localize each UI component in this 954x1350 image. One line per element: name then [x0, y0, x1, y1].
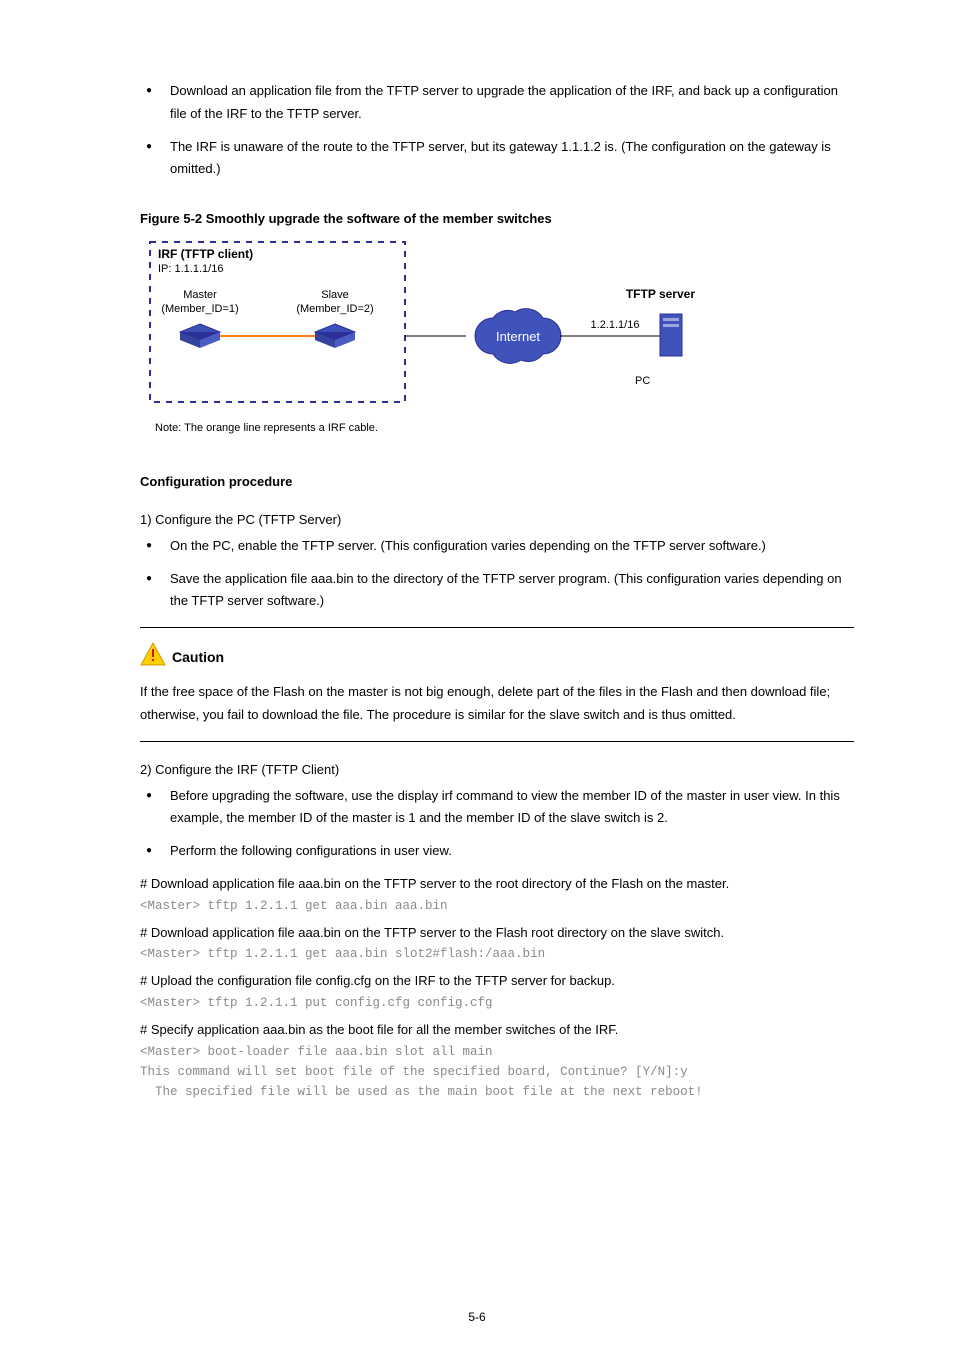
internet-label: Internet — [496, 329, 540, 344]
server-ip: 1.2.1.1/16 — [591, 319, 640, 331]
cli-cmd: <Master> tftp 1.2.1.1 get aaa.bin slot2#… — [140, 944, 854, 964]
internet-cloud: Internet — [475, 309, 561, 364]
master-member: (Member_ID=1) — [161, 303, 238, 315]
slave-label: Slave — [321, 289, 349, 301]
divider — [140, 741, 854, 742]
page-number: 5-6 — [0, 1310, 954, 1324]
procedure-heading: Configuration procedure — [140, 471, 854, 494]
server-sub: PC — [635, 375, 650, 387]
caution-block: Caution If the free space of the Flash o… — [140, 642, 854, 727]
caution-text: If the free space of the Flash on the ma… — [140, 681, 854, 727]
irf-title: IRF (TFTP client) — [158, 247, 253, 261]
cli-comment: # Specify application aaa.bin as the boo… — [140, 1019, 854, 1042]
cli-output: The specified file will be used as the m… — [140, 1082, 854, 1102]
cli-comment: # Upload the configuration file config.c… — [140, 970, 854, 993]
divider — [140, 627, 854, 628]
text: Save the application file aaa.bin to the… — [170, 571, 842, 609]
cli-comment: # Download application file aaa.bin on t… — [140, 873, 854, 896]
master-label: Master — [183, 289, 217, 301]
cli-output: This command will set boot file of the s… — [140, 1062, 854, 1082]
intro-bullet: Download an application file from the TF… — [140, 80, 854, 126]
text: The IRF is unaware of the route to the T… — [170, 139, 831, 177]
caution-icon — [140, 642, 166, 671]
diagram-note: Note: The orange line represents a IRF c… — [155, 422, 378, 434]
list-item: Before upgrading the software, use the d… — [140, 785, 854, 831]
list-item: Save the application file aaa.bin to the… — [140, 568, 854, 614]
figure-caption: Figure 5-2 Smoothly upgrade the software… — [140, 211, 854, 226]
cli-comment: # Download application file aaa.bin on t… — [140, 922, 854, 945]
caution-word: Caution — [172, 649, 224, 665]
text: Perform the following configurations in … — [170, 843, 452, 858]
step-1-heading: 1) Configure the PC (TFTP Server) — [140, 512, 854, 527]
cli-cmd: <Master> tftp 1.2.1.1 get aaa.bin aaa.bi… — [140, 896, 854, 916]
cli-cmd: <Master> boot-loader file aaa.bin slot a… — [140, 1042, 854, 1062]
network-diagram: IRF (TFTP client) IP: 1.1.1.1/16 Master … — [140, 236, 720, 441]
irf-ip: IP: 1.1.1.1/16 — [158, 263, 223, 275]
text: Download an application file from the TF… — [170, 83, 838, 121]
list-item: Perform the following configurations in … — [140, 840, 854, 863]
text: On the PC, enable the TFTP server. (This… — [170, 538, 766, 553]
list-item: On the PC, enable the TFTP server. (This… — [140, 535, 854, 558]
text: Before upgrading the software, use the d… — [170, 788, 840, 826]
server-title: TFTP server — [626, 287, 695, 301]
cli-cmd: <Master> tftp 1.2.1.1 put config.cfg con… — [140, 993, 854, 1013]
slave-member: (Member_ID=2) — [296, 303, 373, 315]
intro-bullet: The IRF is unaware of the route to the T… — [140, 136, 854, 182]
step-2-heading: 2) Configure the IRF (TFTP Client) — [140, 762, 854, 777]
